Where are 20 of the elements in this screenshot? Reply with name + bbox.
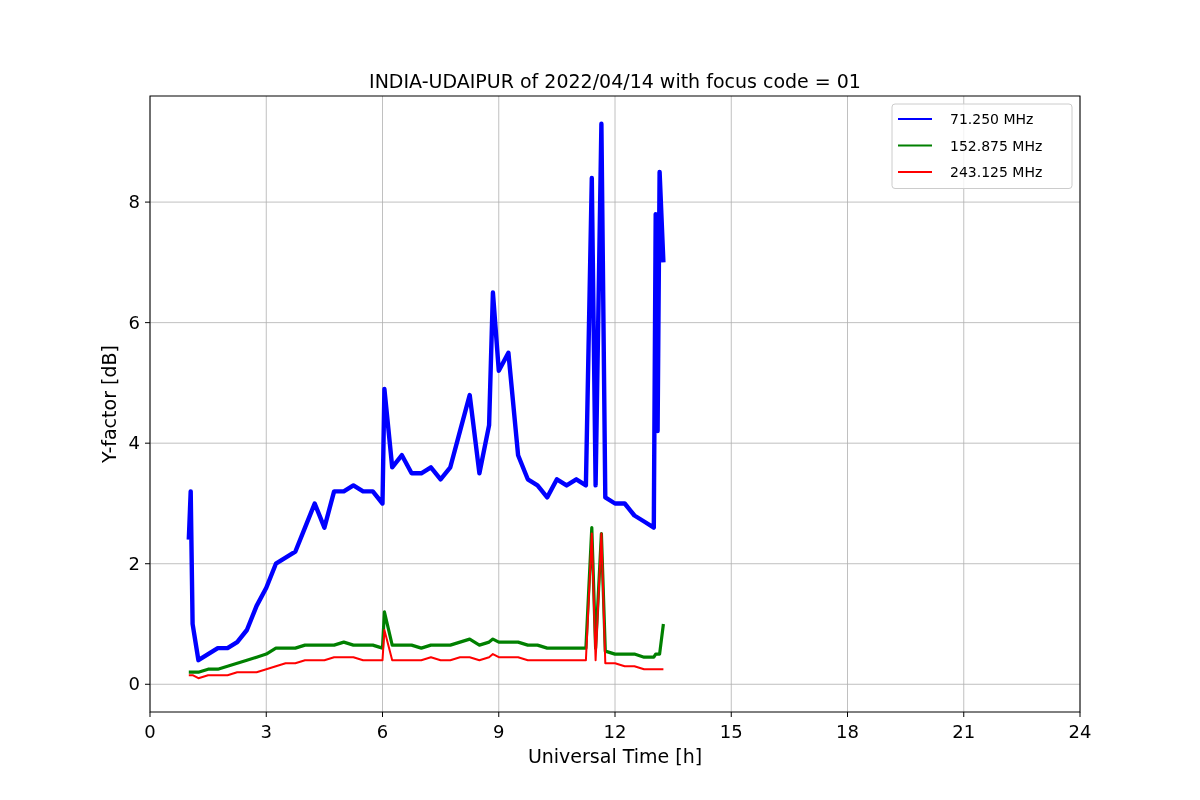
tick-label: 6	[376, 721, 389, 742]
legend-label: 243.125 MHz	[950, 164, 1043, 180]
legend-label: 71.250 MHz	[950, 111, 1034, 127]
chart-title: INDIA-UDAIPUR of 2022/04/14 with focus code = 01	[369, 70, 861, 92]
x-axis-label: Universal Time [h]	[527, 745, 703, 767]
tick-label: 18	[836, 721, 859, 742]
tick-label: 0	[128, 673, 140, 695]
tick-label: 21	[952, 721, 976, 742]
legend-label: 152.875 MHz	[950, 137, 1043, 154]
tick-label: 4	[128, 432, 140, 454]
tick-label: 9	[493, 721, 505, 742]
tick-label: 24	[1068, 721, 1092, 742]
tick-label: 0	[144, 721, 156, 742]
tick-label: 2	[128, 552, 140, 574]
tick-label: 8	[128, 191, 140, 213]
tick-label: 15	[719, 721, 743, 742]
tick-label: 6	[128, 311, 140, 333]
tick-label: 12	[603, 721, 627, 742]
tick-label: 3	[260, 721, 272, 742]
y-axis-label: Y-factor [dB]	[98, 345, 120, 463]
